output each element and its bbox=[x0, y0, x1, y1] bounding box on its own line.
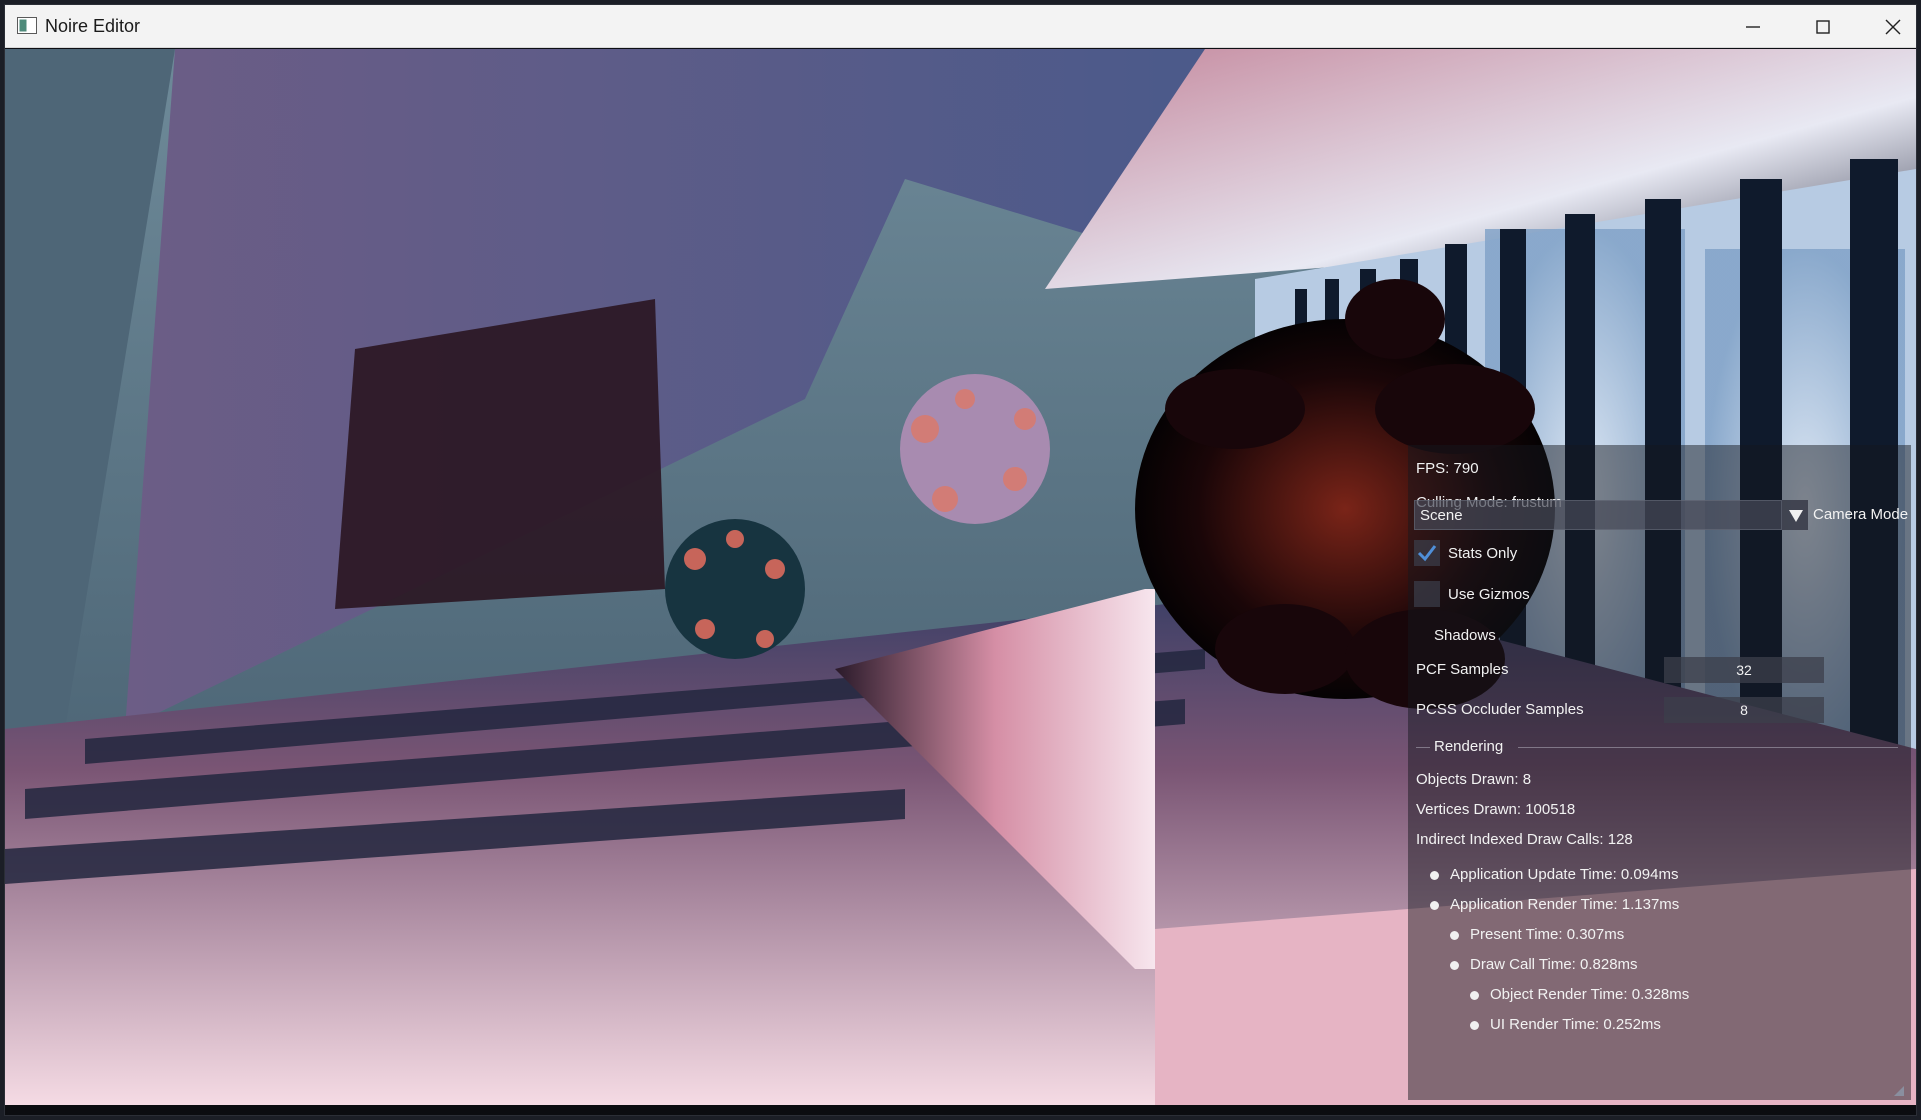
scene-select-value: Scene bbox=[1420, 507, 1463, 524]
bullet-icon bbox=[1430, 871, 1439, 880]
scene-select[interactable]: Scene bbox=[1414, 500, 1782, 530]
maximize-icon bbox=[1816, 19, 1830, 34]
title-bar[interactable]: Noire Editor bbox=[5, 5, 1916, 48]
stats-only-checkbox[interactable] bbox=[1414, 540, 1440, 566]
maximize-button[interactable] bbox=[1788, 5, 1858, 48]
stats-panel[interactable]: FPS: 790 Culling Mode: frustum Scene Cam… bbox=[1408, 445, 1911, 1100]
rendering-separator-right bbox=[1518, 747, 1898, 748]
close-icon bbox=[1885, 19, 1901, 34]
objects-drawn-readout: Objects Drawn: 8 bbox=[1416, 771, 1532, 788]
minimize-button[interactable] bbox=[1718, 5, 1788, 48]
shadows-section-label: Shadows bbox=[1434, 627, 1496, 644]
indirect-draw-calls-readout: Indirect Indexed Draw Calls: 128 bbox=[1416, 831, 1633, 848]
pcf-samples-value: 32 bbox=[1736, 662, 1752, 678]
bullet-icon bbox=[1430, 901, 1439, 910]
checkmark-icon bbox=[1417, 545, 1437, 562]
pcss-occluder-samples-label: PCSS Occluder Samples bbox=[1416, 701, 1584, 718]
bullet-icon bbox=[1470, 991, 1479, 1000]
bullet-icon bbox=[1450, 931, 1459, 940]
bullet-icon bbox=[1450, 961, 1459, 970]
fps-readout: FPS: 790 bbox=[1416, 460, 1479, 477]
scene-dropdown-button[interactable] bbox=[1782, 500, 1808, 530]
close-button[interactable] bbox=[1858, 5, 1921, 48]
window-title: Noire Editor bbox=[45, 16, 141, 36]
pcf-samples-label: PCF Samples bbox=[1416, 661, 1509, 678]
triangle-down-icon bbox=[1789, 510, 1803, 522]
ui-render-time-readout: UI Render Time: 0.252ms bbox=[1490, 1016, 1661, 1033]
vertices-drawn-readout: Vertices Drawn: 100518 bbox=[1416, 801, 1576, 818]
present-time-readout: Present Time: 0.307ms bbox=[1470, 926, 1625, 943]
app-icon bbox=[17, 17, 37, 34]
object-render-time-readout: Object Render Time: 0.328ms bbox=[1490, 986, 1690, 1003]
resize-grip-icon[interactable] bbox=[1894, 1086, 1904, 1096]
camera-mode-label: Camera Mode bbox=[1813, 506, 1909, 523]
draw-call-time-readout: Draw Call Time: 0.828ms bbox=[1470, 956, 1638, 973]
bullet-icon bbox=[1470, 1021, 1479, 1030]
app-update-time-readout: Application Update Time: 0.094ms bbox=[1450, 866, 1679, 883]
app-render-time-readout: Application Render Time: 1.137ms bbox=[1450, 896, 1680, 913]
use-gizmos-label: Use Gizmos bbox=[1448, 586, 1530, 603]
window-bottom-border bbox=[5, 1105, 1916, 1115]
rendering-section-header: Rendering bbox=[1434, 738, 1504, 755]
minimize-icon bbox=[1746, 25, 1760, 28]
pcss-occluder-samples-slider[interactable]: 8 bbox=[1664, 697, 1824, 723]
pcf-samples-slider[interactable]: 32 bbox=[1664, 657, 1824, 683]
use-gizmos-checkbox[interactable] bbox=[1414, 581, 1440, 607]
rendering-separator-left bbox=[1416, 747, 1430, 748]
stats-only-label: Stats Only bbox=[1448, 545, 1518, 562]
pcss-occluder-samples-value: 8 bbox=[1740, 702, 1748, 718]
